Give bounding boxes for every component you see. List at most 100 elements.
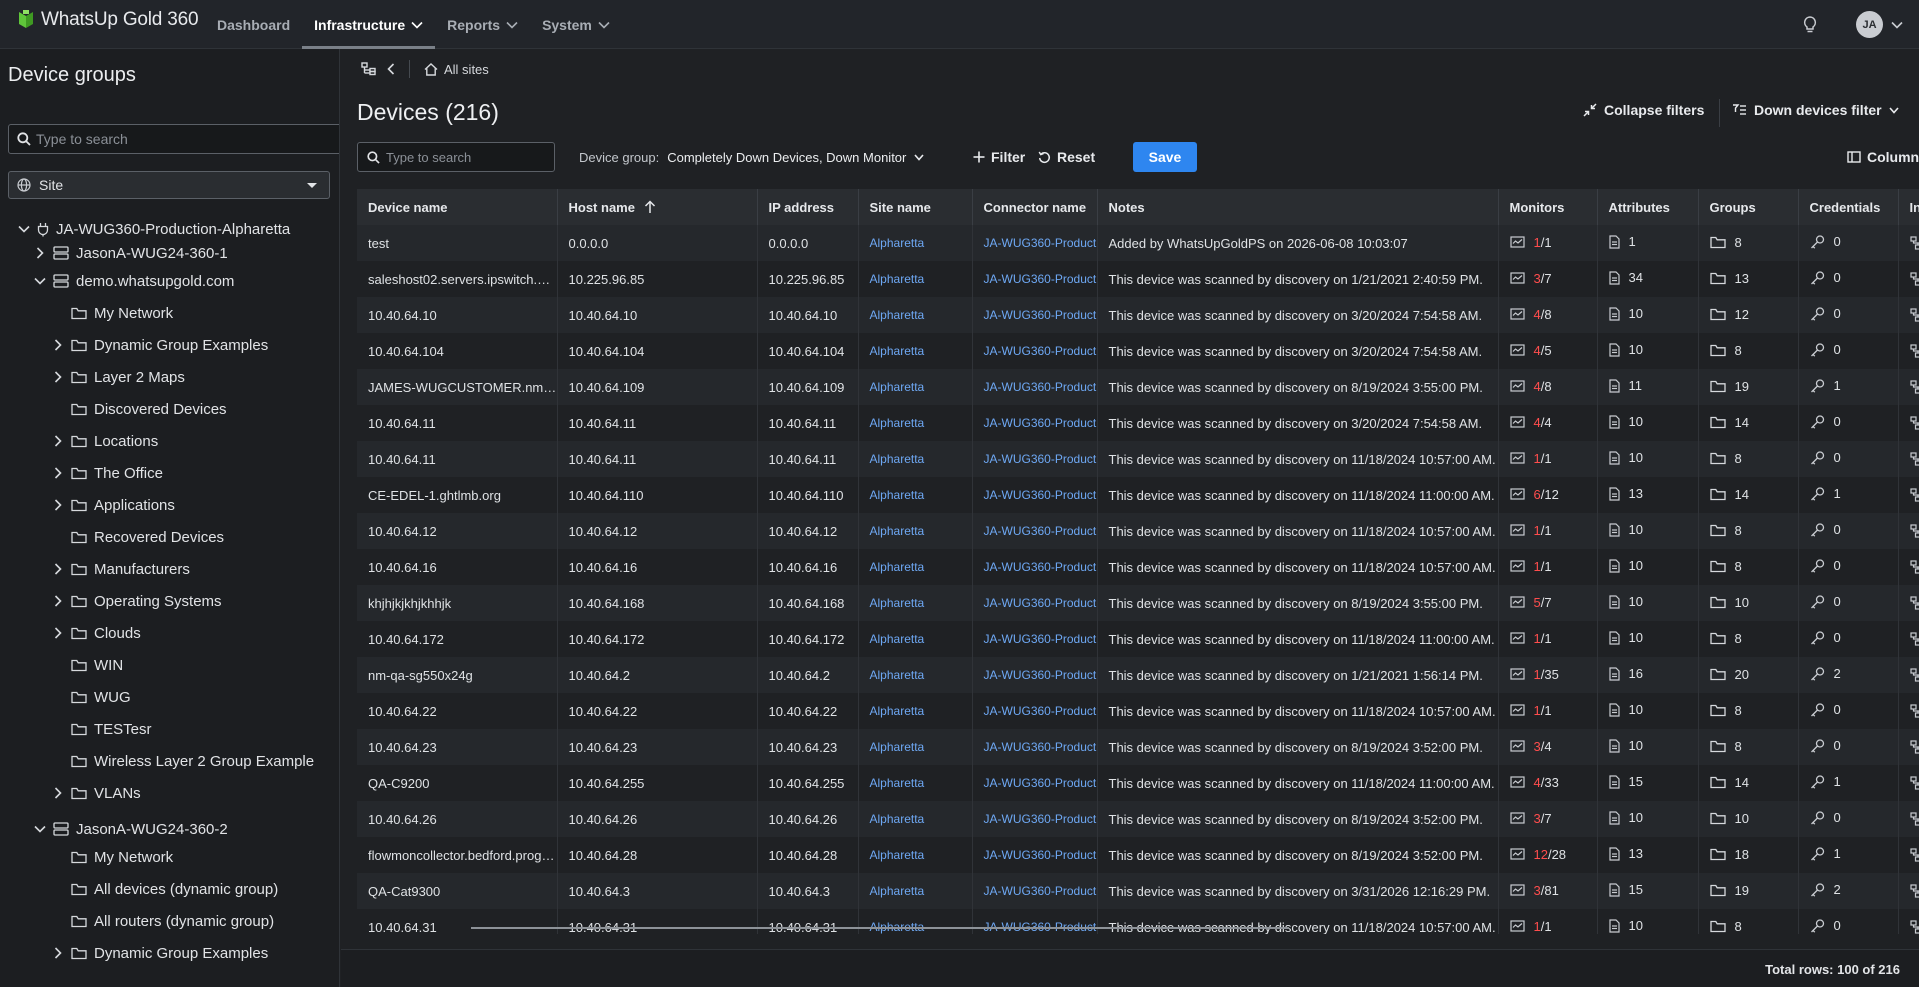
device-group-filter[interactable]: Device group: Completely Down Devices, D… — [579, 142, 924, 172]
table-row[interactable]: 10.40.64.23 10.40.64.23 10.40.64.23 Alphare… — [357, 729, 1919, 765]
tree-item[interactable]: VLANs — [52, 781, 141, 805]
device-search[interactable] — [357, 142, 555, 172]
network-topology-icon[interactable] — [1909, 344, 1919, 358]
site-name-link[interactable]: Alpharetta — [858, 729, 973, 765]
network-topology-icon[interactable] — [1909, 884, 1919, 898]
attributes-content[interactable]: 1 — [1608, 234, 1636, 249]
groups-content[interactable]: 19 — [1709, 883, 1749, 898]
nav-dashboard[interactable]: Dashboard — [205, 0, 302, 49]
tree-item[interactable]: JA-WUG360-Production-Alpharetta — [18, 217, 290, 241]
groups-content[interactable]: 10 — [1709, 811, 1749, 826]
chevron-right-icon[interactable] — [34, 247, 46, 259]
chevron-down-icon[interactable] — [18, 223, 30, 235]
column-header[interactable]: Notes — [1097, 189, 1499, 225]
connector-name-link[interactable]: JA-WUG360-Production-Alpharetta — [972, 261, 1098, 297]
chevron-right-icon[interactable] — [52, 627, 64, 639]
tree-toggle-icon[interactable] — [361, 62, 377, 76]
groups-content[interactable]: 8 — [1709, 739, 1742, 754]
column-header[interactable]: In — [1898, 189, 1919, 225]
tree-item[interactable]: TESTesr — [52, 717, 152, 741]
site-name-link[interactable]: Alpharetta — [858, 909, 973, 934]
network-topology-icon[interactable] — [1909, 740, 1919, 754]
groups-content[interactable]: 8 — [1709, 559, 1742, 574]
tree-item[interactable]: WIN — [52, 653, 123, 677]
column-header[interactable]: Groups — [1698, 189, 1799, 225]
groups-content[interactable]: 8 — [1709, 235, 1742, 250]
chevron-down-icon[interactable] — [34, 275, 46, 287]
groups-content[interactable]: 14 — [1709, 415, 1749, 430]
column-header[interactable]: Monitors — [1498, 189, 1598, 225]
attributes-content[interactable]: 11 — [1608, 378, 1642, 393]
site-name-link[interactable]: Alpharetta — [858, 585, 973, 621]
attributes-content[interactable]: 10 — [1608, 558, 1643, 573]
site-name-link[interactable]: Alpharetta — [858, 405, 973, 441]
app-logo[interactable]: WhatsUp Gold 360 — [17, 9, 199, 31]
down-devices-filter-button[interactable]: Down devices filter — [1732, 102, 1899, 118]
tree-item[interactable]: Clouds — [52, 621, 141, 645]
credentials-content[interactable]: 0 — [1810, 270, 1841, 285]
connector-name-link[interactable]: JA-WUG360-Production-Alpharetta — [972, 513, 1098, 549]
credentials-content[interactable]: 1 — [1810, 378, 1841, 393]
table-row[interactable]: flowmoncollector.bedford.progress.com10.… — [357, 837, 1919, 873]
monitors-content[interactable]: 4/8 — [1509, 307, 1552, 322]
site-name-link[interactable]: Alpharetta — [858, 513, 973, 549]
credentials-content[interactable]: 0 — [1810, 810, 1841, 825]
chevron-right-icon[interactable] — [52, 499, 64, 511]
chevron-right-icon[interactable] — [52, 595, 64, 607]
credentials-content[interactable]: 2 — [1810, 882, 1841, 897]
tree-item[interactable]: demo.whatsupgold.com — [34, 269, 234, 293]
attributes-content[interactable]: 10 — [1608, 918, 1643, 933]
site-name-link[interactable]: Alpharetta — [858, 225, 973, 261]
network-topology-icon[interactable] — [1909, 848, 1919, 862]
attributes-content[interactable]: 10 — [1608, 450, 1643, 465]
credentials-content[interactable]: 0 — [1810, 234, 1841, 249]
nav-infrastructure[interactable]: Infrastructure — [302, 0, 436, 49]
monitors-content[interactable]: 4/5 — [1509, 343, 1552, 358]
credentials-content[interactable]: 2 — [1810, 666, 1841, 681]
monitors-content[interactable]: 5/7 — [1509, 595, 1552, 610]
table-row[interactable]: 10.40.64.10 10.40.64.10 10.40.64.10 Alphare… — [357, 297, 1919, 333]
monitors-content[interactable]: 1/1 — [1509, 559, 1552, 574]
credentials-content[interactable]: 0 — [1810, 918, 1841, 933]
tree-item[interactable]: My Network — [52, 845, 173, 869]
tree-item[interactable]: The Office — [52, 461, 163, 485]
attributes-content[interactable]: 10 — [1608, 810, 1643, 825]
save-button[interactable]: Save — [1133, 142, 1197, 172]
connector-name-link[interactable]: JA-WUG360-Production-Alpharetta — [972, 729, 1098, 765]
network-topology-icon[interactable] — [1909, 920, 1919, 934]
attributes-content[interactable]: 34 — [1608, 270, 1643, 285]
attributes-content[interactable]: 16 — [1608, 666, 1643, 681]
network-topology-icon[interactable] — [1909, 236, 1919, 250]
site-name-link[interactable]: Alpharetta — [858, 369, 973, 405]
tree-item[interactable]: All devices (dynamic group) — [52, 877, 278, 901]
reset-button[interactable]: Reset — [1038, 142, 1095, 172]
connector-name-link[interactable]: JA-WUG360-Production-Alpharetta — [972, 333, 1098, 369]
tree-item[interactable]: Applications — [52, 493, 175, 517]
monitors-content[interactable]: 6/12 — [1509, 487, 1559, 502]
credentials-content[interactable]: 0 — [1810, 342, 1841, 357]
connector-name-link[interactable]: JA-WUG360-Production-Alpharetta — [972, 657, 1098, 693]
connector-name-link[interactable]: JA-WUG360-Production-Alpharetta — [972, 765, 1098, 801]
tree-item[interactable]: Discovered Devices — [52, 397, 227, 421]
groups-content[interactable]: 20 — [1709, 667, 1749, 682]
connector-name-link[interactable]: JA-WUG360-Production-Alpharetta — [972, 549, 1098, 585]
column-header[interactable]: Device name — [357, 189, 558, 225]
site-name-link[interactable]: Alpharetta — [858, 261, 973, 297]
network-topology-icon[interactable] — [1909, 380, 1919, 394]
credentials-content[interactable]: 0 — [1810, 306, 1841, 321]
site-name-link[interactable]: Alpharetta — [858, 837, 973, 873]
table-row[interactable]: khjhjkjkhjkhhjk 10.40.64.168 10.40.64.168 A… — [357, 585, 1919, 621]
site-name-link[interactable]: Alpharetta — [858, 477, 973, 513]
tree-item[interactable]: Locations — [52, 429, 158, 453]
monitors-content[interactable]: 12/28 — [1509, 847, 1566, 862]
column-header[interactable]: Host name — [557, 189, 758, 225]
monitors-content[interactable]: 3/7 — [1509, 811, 1552, 826]
tree-item[interactable]: WUG — [52, 685, 131, 709]
attributes-content[interactable]: 10 — [1608, 342, 1643, 357]
tree-item[interactable]: JasonA-WUG24-360-1 — [34, 241, 228, 265]
column-header[interactable]: IP address — [757, 189, 859, 225]
attributes-content[interactable]: 10 — [1608, 414, 1643, 429]
table-row[interactable]: 10.40.64.104 10.40.64.104 10.40.64.104 Alph… — [357, 333, 1919, 369]
chevron-down-icon[interactable] — [34, 823, 46, 835]
connector-name-link[interactable]: JA-WUG360-Production-Alpharetta — [972, 837, 1098, 873]
